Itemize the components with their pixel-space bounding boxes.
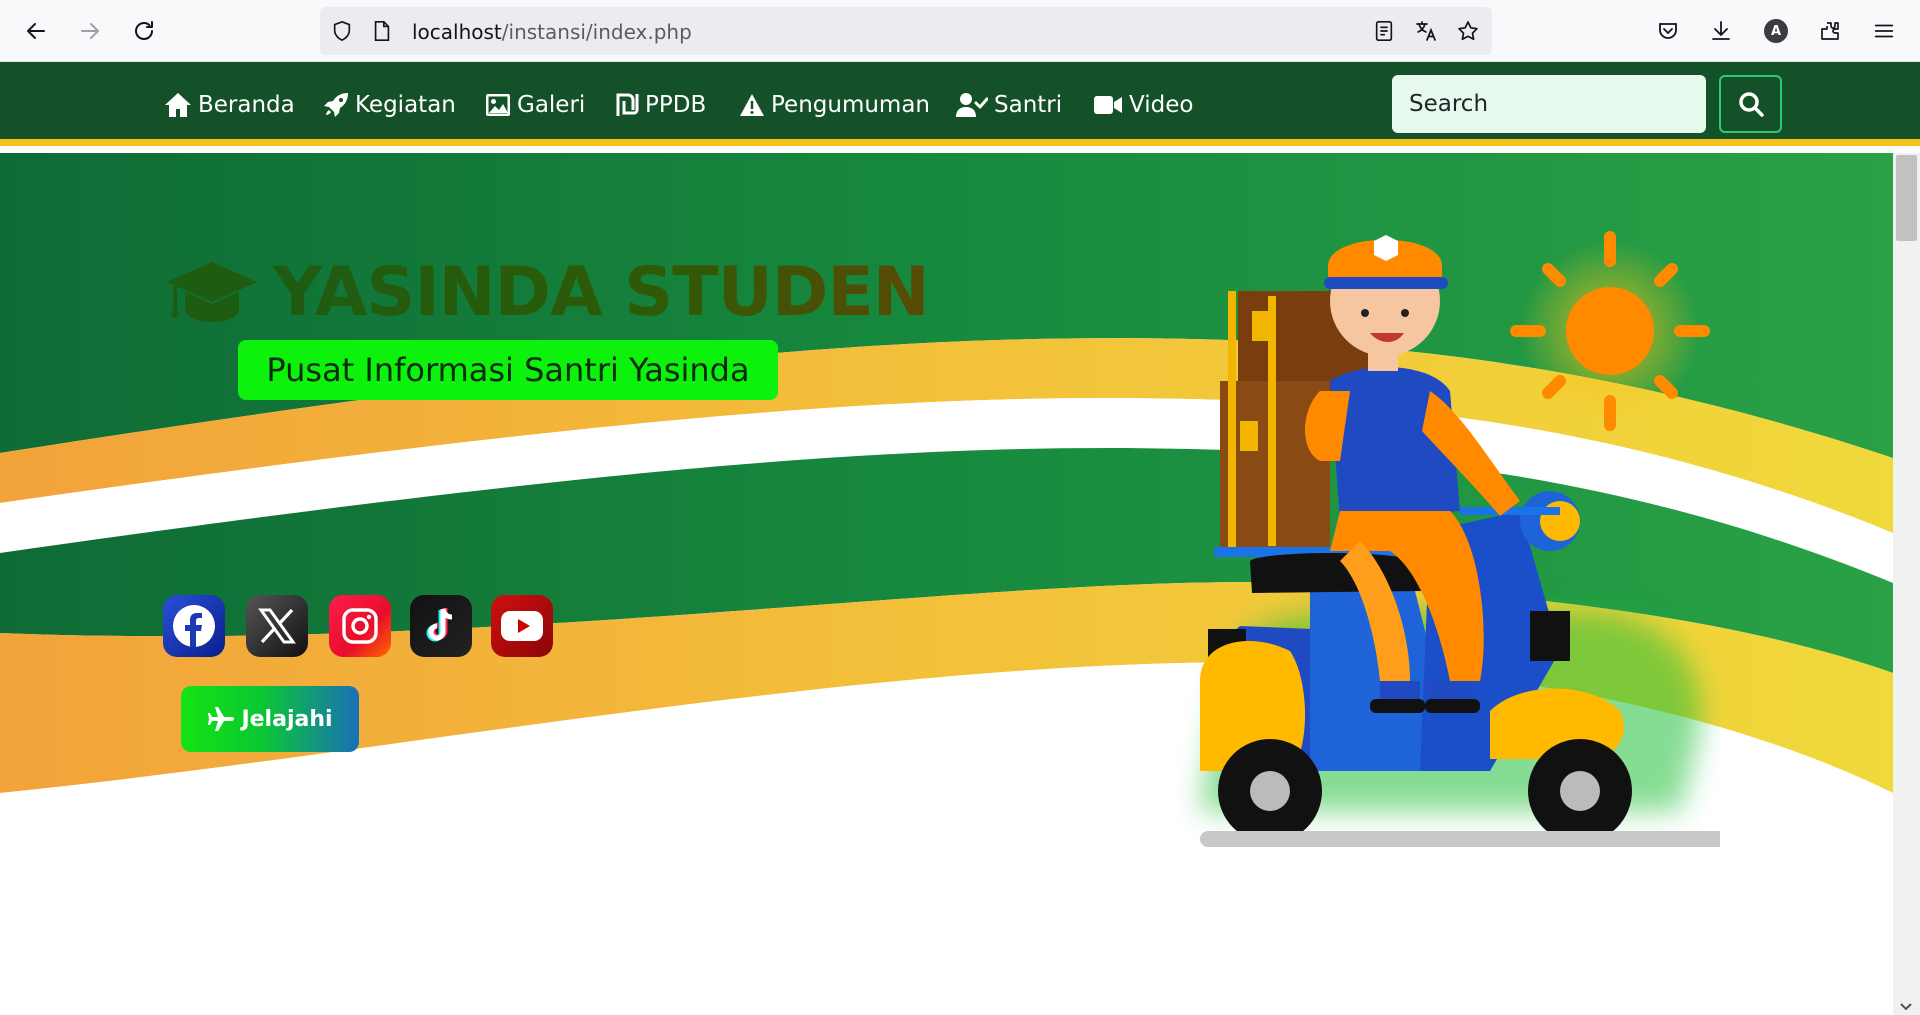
tiktok-icon (426, 608, 453, 642)
youtube-button[interactable] (491, 595, 553, 657)
rocket-icon (324, 93, 348, 117)
account-avatar[interactable]: A (1758, 13, 1794, 49)
scrollbar-thumb[interactable] (1896, 155, 1917, 241)
image-icon (486, 94, 510, 116)
instagram-button[interactable] (329, 595, 391, 657)
forward-button[interactable] (72, 13, 108, 49)
home-icon (165, 93, 191, 117)
nav-label: Kegiatan (355, 92, 456, 118)
shekel-icon (616, 93, 639, 116)
url-text[interactable]: localhost/instansi/index.php (412, 20, 692, 44)
hero-section: YASINDA STUDEN Pusat Informasi Santri Ya… (0, 153, 1893, 1015)
plane-icon (208, 707, 235, 731)
explore-label: Jelajahi (241, 706, 333, 732)
nav-item-ppdb[interactable]: PPDB (615, 88, 706, 122)
graduation-cap-icon (167, 261, 257, 322)
menu-icon[interactable] (1866, 13, 1902, 49)
download-icon[interactable] (1703, 13, 1739, 49)
explore-button[interactable]: Jelajahi (181, 686, 359, 752)
user-check-icon (956, 93, 988, 117)
translate-icon[interactable] (1414, 19, 1438, 43)
pocket-icon[interactable] (1650, 13, 1686, 49)
nav-label: PPDB (645, 92, 707, 118)
nav-label: Video (1129, 92, 1194, 118)
hero-title: YASINDA STUDEN (273, 253, 930, 332)
search-input[interactable] (1392, 75, 1706, 133)
search-button[interactable] (1719, 75, 1782, 133)
arrow-left-icon (27, 23, 45, 39)
nav-label: Santri (994, 92, 1063, 118)
reader-view-icon[interactable] (1372, 19, 1396, 43)
nav-label: Beranda (198, 92, 295, 118)
instagram-icon (342, 608, 378, 644)
tiktok-button[interactable] (410, 595, 472, 657)
reload-button[interactable] (126, 13, 162, 49)
back-button[interactable] (18, 13, 54, 49)
courier-scooter-illustration (1200, 231, 1720, 847)
scroll-down-arrow-icon[interactable] (1900, 1003, 1912, 1011)
video-icon (1094, 96, 1122, 114)
nav-item-pengumuman[interactable]: Pengumuman (739, 88, 930, 122)
nav-item-beranda[interactable]: Beranda (164, 88, 295, 122)
shield-icon[interactable] (330, 19, 354, 43)
url-path: /instansi/index.php (501, 20, 692, 44)
nav-item-kegiatan[interactable]: Kegiatan (323, 88, 456, 122)
extensions-icon[interactable] (1812, 13, 1848, 49)
nav-label: Galeri (517, 92, 586, 118)
bookmark-star-icon[interactable] (1456, 19, 1480, 43)
warning-icon (740, 94, 764, 116)
x-icon (258, 608, 296, 644)
nav-label: Pengumuman (771, 92, 931, 118)
nav-item-santri[interactable]: Santri (956, 88, 1062, 122)
profile-initial: A (1764, 19, 1788, 43)
hero-brand: YASINDA STUDEN (165, 253, 930, 332)
arrow-right-icon (81, 23, 99, 39)
site-navbar: Beranda Kegiatan Galeri PPDB Pengumuman … (0, 62, 1920, 146)
url-host: localhost (412, 20, 502, 44)
nav-item-galeri[interactable]: Galeri (485, 88, 585, 122)
youtube-icon (501, 611, 543, 641)
page-icon[interactable] (370, 19, 394, 43)
facebook-icon (173, 605, 215, 647)
reload-icon (135, 21, 153, 40)
search-icon (1738, 92, 1764, 117)
nav-item-video[interactable]: Video (1093, 88, 1193, 122)
x-button[interactable] (246, 595, 308, 657)
browser-toolbar: localhost/instansi/index.php A (0, 0, 1920, 62)
hero-subtitle: Pusat Informasi Santri Yasinda (238, 340, 778, 400)
page-scrollbar[interactable] (1893, 153, 1920, 1015)
address-bar[interactable]: localhost/instansi/index.php (320, 7, 1492, 55)
facebook-button[interactable] (163, 595, 225, 657)
